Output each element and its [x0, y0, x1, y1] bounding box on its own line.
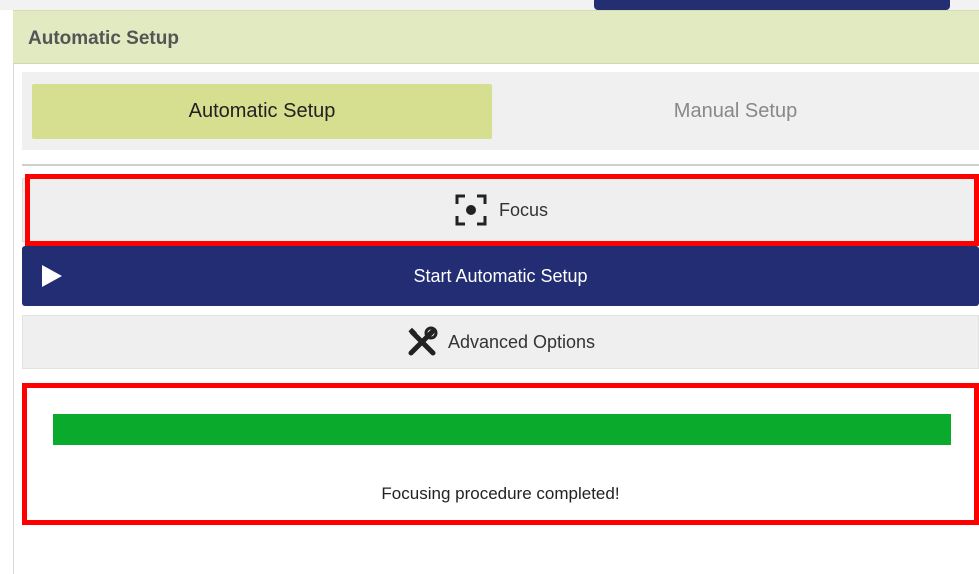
start-automatic-setup-button[interactable]: Start Automatic Setup	[22, 246, 979, 306]
progress-status-text: Focusing procedure completed!	[381, 484, 620, 503]
top-navigation-accent	[594, 0, 950, 10]
advanced-options-button[interactable]: Advanced Options	[22, 315, 979, 369]
progress-bar	[53, 414, 951, 445]
tab-manual-setup[interactable]: Manual Setup	[492, 84, 979, 139]
setup-tabbar: Automatic Setup Manual Setup	[22, 72, 979, 150]
advanced-options-label: Advanced Options	[447, 331, 596, 352]
play-icon	[42, 265, 62, 292]
tab-automatic-setup[interactable]: Automatic Setup	[32, 84, 492, 139]
panel-title: Automatic Setup	[28, 28, 179, 49]
focus-button[interactable]: Focus	[22, 178, 979, 242]
progress-panel: Focusing procedure completed!	[27, 388, 974, 520]
progress-bar-fill	[53, 414, 951, 445]
section-divider	[22, 164, 979, 166]
tools-icon	[406, 326, 438, 358]
focus-button-label: Focus	[498, 199, 549, 220]
focus-target-icon	[453, 192, 489, 228]
panel-left-border	[13, 64, 14, 574]
panel-header: Automatic Setup	[13, 10, 979, 64]
start-button-label: Start Automatic Setup	[413, 265, 588, 286]
